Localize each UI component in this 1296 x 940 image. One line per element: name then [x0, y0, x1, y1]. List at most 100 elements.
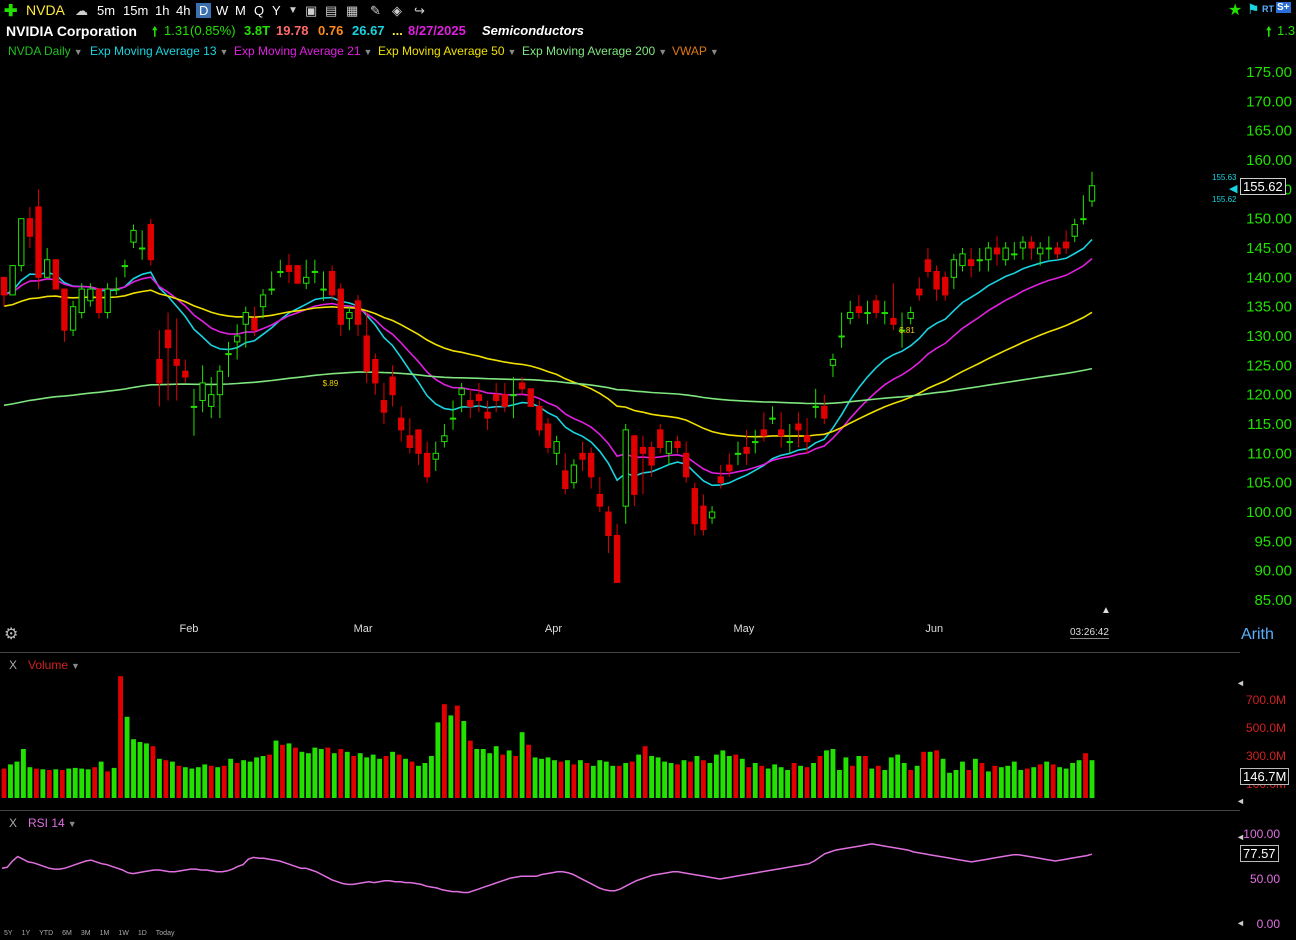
flag-icon[interactable]: ⚑ [1247, 1, 1260, 18]
s-plus-button[interactable]: S+ [1276, 2, 1291, 13]
study-ema13[interactable]: Exp Moving Average 13 ▼ [90, 44, 228, 58]
chevron-down-icon[interactable]: ▼ [364, 47, 373, 57]
pane-divider[interactable] [0, 652, 1240, 653]
volume-bar [701, 760, 706, 798]
price-chart[interactable]: 175.00170.00165.00160.00155.00150.00145.… [0, 60, 1296, 650]
calculator-icon[interactable]: ▦ [346, 3, 358, 19]
right-change: 1.3 [1277, 23, 1296, 38]
chart-style-icon[interactable]: ☁ [75, 3, 88, 19]
candle-body [855, 306, 863, 314]
share-icon[interactable]: ↪ [414, 3, 425, 19]
volume-bar [480, 749, 486, 798]
study-ema21[interactable]: Exp Moving Average 21 ▼ [234, 44, 372, 58]
rsi-tick-label: 0.00 [1257, 917, 1281, 928]
rsi-chart[interactable]: 100.00 50.00 0.00 ◄ ◄ [0, 826, 1296, 928]
volume-bar [1031, 767, 1037, 798]
period-button[interactable]: 6M [62, 930, 72, 937]
chevron-down-icon[interactable]: ▼ [710, 47, 719, 57]
volume-bar [111, 767, 117, 798]
period-button[interactable]: 1D [138, 930, 147, 937]
volume-bar [338, 749, 344, 798]
study-price[interactable]: NVDA Daily ▼ [8, 44, 83, 58]
chevron-down-icon[interactable]: ▼ [658, 47, 667, 57]
timeframe-dropdown-icon[interactable]: ▼ [288, 5, 298, 16]
volume-bar [312, 747, 318, 798]
settings-gear-icon[interactable]: ⚙ [4, 624, 18, 644]
volume-chart[interactable]: 700.0M500.0M300.0M100.0M◄◄ [0, 670, 1296, 810]
candle-body [354, 300, 362, 325]
ema-line [3, 289, 1093, 438]
study-vwap[interactable]: VWAP ▼ [672, 44, 719, 58]
chevron-down-icon[interactable]: ▼ [508, 47, 517, 57]
volume-bar [565, 760, 570, 798]
candle-body [320, 288, 327, 291]
volume-bar [947, 772, 952, 798]
scale-mode-toggle[interactable]: Arith [1241, 626, 1274, 644]
volume-bar [40, 769, 46, 798]
price-change-pct: (0.85%) [190, 23, 236, 38]
volume-bar [778, 767, 784, 798]
candle-body [35, 206, 42, 278]
candle-body [95, 288, 103, 314]
study-label: Exp Moving Average 21 [234, 44, 361, 58]
candle-body [726, 464, 733, 472]
favorite-star-icon[interactable]: ★ [1228, 0, 1242, 20]
tf-d[interactable]: D [196, 3, 212, 18]
period-button[interactable]: 1Y [22, 930, 31, 937]
tf-5m[interactable]: 5m [97, 3, 115, 18]
volume-bar [636, 754, 642, 798]
study-ema50[interactable]: Exp Moving Average 50 ▼ [378, 44, 516, 58]
layout-icon[interactable]: ▤ [325, 3, 337, 19]
volume-bar [532, 757, 538, 798]
period-button[interactable]: 1W [118, 930, 129, 937]
candle-body [872, 300, 880, 314]
candle-body [838, 335, 845, 338]
period-button[interactable]: 3M [81, 930, 91, 937]
tf-15m[interactable]: 15m [123, 3, 148, 18]
chevron-down-icon[interactable]: ▼ [74, 47, 83, 57]
volume-bar [260, 756, 266, 798]
volume-bar [610, 765, 616, 798]
sector[interactable]: Semiconductors [482, 23, 584, 38]
tf-w[interactable]: W [216, 3, 228, 18]
template-icon[interactable]: ▣ [305, 3, 317, 19]
study-label: NVDA Daily [8, 44, 71, 58]
volume-last-label: 146.7M [1240, 768, 1290, 785]
period-button[interactable]: 1M [100, 930, 110, 937]
tf-q[interactable]: Q [254, 3, 264, 18]
symbol-field[interactable]: NVDA [26, 2, 65, 18]
volume-bar [895, 754, 901, 798]
period-button[interactable]: YTD [39, 930, 53, 937]
pane-divider[interactable] [0, 810, 1240, 811]
candle-body [657, 429, 664, 448]
price-tick-label: 170.00 [1246, 93, 1292, 110]
tf-4h[interactable]: 4h [176, 3, 190, 18]
volume-bar [804, 767, 810, 798]
period-button[interactable]: 5Y [4, 930, 13, 937]
volume-bar [144, 743, 149, 798]
candle-body [113, 288, 120, 291]
candle-body [69, 306, 77, 331]
volume-bar [493, 746, 499, 798]
tf-m[interactable]: M [235, 3, 246, 18]
candle-body [501, 394, 509, 407]
tf-1h[interactable]: 1h [155, 3, 169, 18]
candle-body [484, 411, 491, 419]
candle-body [752, 441, 759, 444]
scroll-up-icon[interactable]: ▲ [1101, 605, 1111, 616]
add-symbol-icon[interactable]: ✚ [4, 1, 17, 21]
pencil-icon[interactable]: ✎ [370, 3, 381, 19]
more-ellipsis[interactable]: ... [392, 23, 403, 38]
eraser-icon[interactable]: ◈ [392, 3, 402, 19]
study-ema200[interactable]: Exp Moving Average 200 ▼ [522, 44, 667, 58]
period-button[interactable]: Today [156, 930, 175, 937]
time-readout: 03:26:42 [1070, 627, 1109, 639]
candle-body [579, 452, 586, 460]
ask-label: 155.62 [1212, 195, 1237, 204]
volume-bar [545, 757, 551, 798]
tf-y[interactable]: Y [272, 3, 281, 18]
dividend-annotation: $.89 [323, 379, 339, 388]
info-bar: NVIDIA Corporation 🠕 1.31 (0.85%) 3.8T 1… [0, 22, 1296, 42]
volume-bar [597, 760, 603, 798]
chevron-down-icon[interactable]: ▼ [220, 47, 229, 57]
